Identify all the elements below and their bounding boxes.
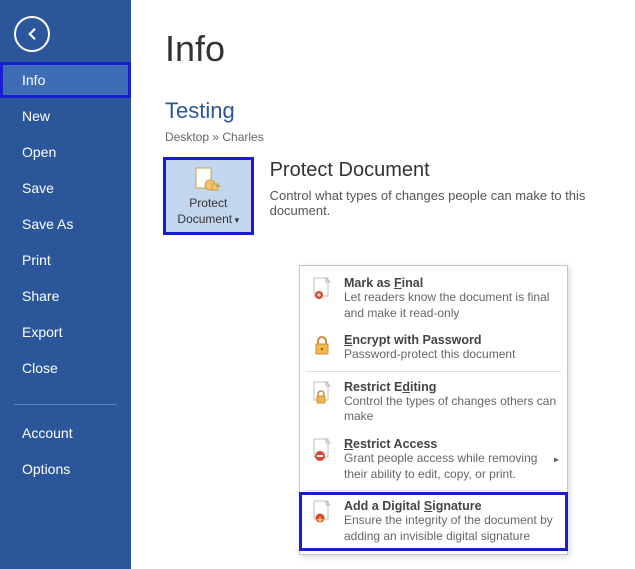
- document-name: Testing: [165, 98, 635, 124]
- mark-final-icon: [310, 276, 334, 301]
- menu-separator: [306, 371, 561, 372]
- nav-new[interactable]: New: [0, 98, 131, 134]
- restrict-access-icon: [310, 437, 334, 462]
- back-button[interactable]: [14, 16, 50, 52]
- nav-account[interactable]: Account: [0, 415, 131, 451]
- nav-save-as[interactable]: Save As: [0, 206, 131, 242]
- protect-document-icon: [194, 166, 222, 194]
- menu-restrict-access[interactable]: Restrict Access Grant people access whil…: [300, 431, 567, 488]
- page-title: Info: [165, 28, 635, 70]
- nav-info[interactable]: Info: [0, 62, 131, 98]
- nav-print[interactable]: Print: [0, 242, 131, 278]
- protect-button-line2: Document ▾: [177, 212, 239, 226]
- nav-close[interactable]: Close: [0, 350, 131, 386]
- protect-desc: Control what types of changes people can…: [270, 188, 635, 218]
- digital-signature-icon: [310, 499, 334, 524]
- main-panel: Info Testing Desktop » Charles Protect D…: [131, 0, 635, 569]
- restrict-editing-icon: [310, 380, 334, 405]
- breadcrumb: Desktop » Charles: [165, 130, 635, 144]
- nav-share[interactable]: Share: [0, 278, 131, 314]
- nav-options[interactable]: Options: [0, 451, 131, 487]
- submenu-arrow-icon: ▸: [554, 454, 559, 465]
- protect-heading: Protect Document: [270, 159, 635, 182]
- backstage-sidebar: Info New Open Save Save As Print Share E…: [0, 0, 131, 569]
- encrypt-icon: [310, 333, 334, 356]
- nav-open[interactable]: Open: [0, 134, 131, 170]
- menu-mark-as-final[interactable]: Mark as Final Let readers know the docum…: [300, 270, 567, 327]
- nav-separator: [14, 404, 117, 405]
- protect-button-line1: Protect: [189, 196, 227, 210]
- protect-document-button[interactable]: Protect Document ▾: [165, 159, 252, 233]
- nav-save[interactable]: Save: [0, 170, 131, 206]
- menu-add-digital-signature[interactable]: Add a Digital Signature Ensure the integ…: [300, 493, 567, 550]
- back-arrow-icon: [23, 25, 41, 43]
- menu-encrypt-with-password[interactable]: Encrypt with Password Password-protect t…: [300, 327, 567, 369]
- nav-export[interactable]: Export: [0, 314, 131, 350]
- protect-document-menu: Mark as Final Let readers know the docum…: [299, 265, 568, 555]
- menu-separator: [306, 490, 561, 491]
- menu-restrict-editing[interactable]: Restrict Editing Control the types of ch…: [300, 374, 567, 431]
